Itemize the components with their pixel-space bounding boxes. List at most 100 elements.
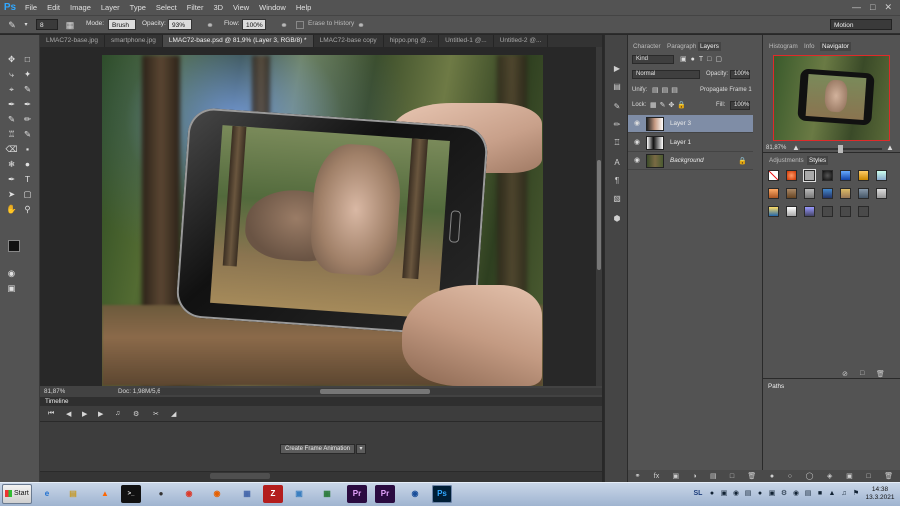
- tab-layers[interactable]: Layers: [698, 42, 721, 51]
- flow-field[interactable]: 100%: [242, 19, 266, 30]
- style-swatch[interactable]: [876, 188, 887, 199]
- style-swatch[interactable]: [840, 206, 851, 217]
- menu-file[interactable]: File: [20, 0, 42, 15]
- network-icon[interactable]: ▦: [237, 485, 257, 503]
- style-swatch[interactable]: [840, 170, 851, 181]
- style-swatch[interactable]: [768, 188, 779, 199]
- brush-tool-icon[interactable]: ✏: [21, 113, 34, 125]
- blur-tool-icon[interactable]: ❄: [5, 158, 18, 170]
- new-group-icon[interactable]: ▤: [710, 472, 717, 480]
- audio-icon[interactable]: ♫: [115, 410, 120, 417]
- eraser-tool-icon[interactable]: ✎: [6, 19, 18, 31]
- healing-brush-icon[interactable]: ✎: [5, 113, 18, 125]
- navigator-preview[interactable]: [773, 55, 890, 141]
- history-panel-icon[interactable]: ▶: [611, 63, 623, 75]
- tray-icon[interactable]: ■: [815, 489, 825, 499]
- language-indicator[interactable]: SL: [693, 489, 703, 499]
- navigator-zoom-knob[interactable]: [838, 145, 843, 153]
- zoom-in-icon[interactable]: ▲: [886, 143, 894, 152]
- layer-row[interactable]: ◉ Layer 3: [628, 115, 753, 133]
- menu-edit[interactable]: Edit: [42, 0, 65, 15]
- airbrush-icon[interactable]: ⚭: [278, 19, 290, 31]
- new-style-icon[interactable]: ⊘: [842, 370, 848, 378]
- flag-tray-icon[interactable]: ⚑: [851, 489, 861, 499]
- brush-panel-icon[interactable]: ▦: [64, 19, 76, 31]
- magic-wand-icon[interactable]: ✦: [21, 68, 34, 80]
- brush-size-preset[interactable]: 8: [36, 19, 58, 30]
- style-page-icon[interactable]: □: [860, 370, 864, 377]
- tab-adjustments[interactable]: Adjustments: [767, 156, 806, 165]
- style-swatch[interactable]: [786, 206, 797, 217]
- style-delete-icon[interactable]: 🗑: [876, 370, 885, 378]
- spreadsheet-icon[interactable]: ▦: [317, 485, 337, 503]
- firefox-icon[interactable]: ◉: [207, 485, 227, 503]
- menu-select[interactable]: Select: [151, 0, 182, 15]
- tab-hippo[interactable]: hippo.png @...: [384, 35, 440, 47]
- zoom-level[interactable]: 81,87%: [44, 388, 65, 395]
- dodge-tool-icon[interactable]: ●: [21, 158, 34, 170]
- menu-help[interactable]: Help: [291, 0, 316, 15]
- menu-window[interactable]: Window: [254, 0, 291, 15]
- new-path-icon[interactable]: □: [866, 473, 870, 480]
- fill-path-icon[interactable]: ●: [770, 473, 774, 480]
- play-icon[interactable]: ▶: [82, 410, 87, 418]
- layer-filter-icons[interactable]: ▣●T□▢: [680, 55, 726, 63]
- tab-lmac72-jpg[interactable]: LMAC72-base.jpg: [40, 35, 106, 47]
- style-swatch-none[interactable]: [768, 170, 779, 181]
- stroke-path-icon[interactable]: ○: [788, 473, 792, 480]
- tab-paragraph[interactable]: Paragraph: [665, 42, 698, 51]
- app-window-icon[interactable]: ▣: [289, 485, 309, 503]
- horizontal-scroll-thumb[interactable]: [320, 389, 430, 394]
- eye-icon[interactable]: ◉: [633, 120, 641, 128]
- filezilla-icon[interactable]: Z: [263, 485, 283, 503]
- tab-lmac72-copy[interactable]: LMAC72-base copy: [314, 35, 384, 47]
- pressure-opacity-icon[interactable]: ⚭: [204, 19, 216, 31]
- close-icon[interactable]: ✕: [884, 2, 892, 13]
- next-frame-icon[interactable]: ▶: [98, 410, 103, 418]
- command-prompt-icon[interactable]: >_: [121, 485, 141, 503]
- tray-icon[interactable]: ⚙: [779, 489, 789, 499]
- path-selection-icon[interactable]: ◯: [806, 472, 814, 480]
- crop-tool-icon[interactable]: ⌖: [5, 83, 18, 95]
- eyedropper-icon[interactable]: ✒: [5, 98, 18, 110]
- layer-opacity-field[interactable]: 100%: [730, 70, 750, 79]
- create-frame-animation-button[interactable]: Create Frame Animation: [280, 444, 355, 454]
- propagate-frame-label[interactable]: Propagate Frame 1: [700, 87, 752, 93]
- style-swatch[interactable]: [822, 206, 833, 217]
- lasso-tool-icon[interactable]: ⤷: [5, 68, 18, 80]
- tray-icon[interactable]: ◉: [791, 489, 801, 499]
- chevron-down-icon[interactable]: ▾: [356, 444, 366, 454]
- eye-icon[interactable]: ◉: [633, 157, 641, 165]
- system-clock[interactable]: 14:38 13.3.2021: [862, 486, 898, 502]
- fill-field[interactable]: 100%: [730, 101, 750, 110]
- network-tray-icon[interactable]: ▲: [827, 489, 837, 499]
- zoom-tool-icon[interactable]: ⚲: [21, 203, 34, 215]
- document-image[interactable]: [102, 55, 543, 386]
- vlc-icon[interactable]: ▲: [95, 485, 115, 503]
- style-swatch[interactable]: [876, 170, 887, 181]
- tray-icon[interactable]: ●: [707, 489, 717, 499]
- screen-mode-icon[interactable]: ▣: [5, 282, 18, 294]
- move-tool-icon[interactable]: ✥: [5, 53, 18, 65]
- paragraph-panel-icon[interactable]: ¶: [611, 175, 623, 187]
- layer-row[interactable]: ◉ Layer 1: [628, 134, 753, 152]
- style-swatch[interactable]: [858, 206, 869, 217]
- type-tool-icon[interactable]: T: [21, 173, 34, 185]
- history-brush-icon[interactable]: ✎: [21, 128, 34, 140]
- pressure-size-icon[interactable]: ⚭: [355, 19, 367, 31]
- globe-app-icon[interactable]: ◉: [405, 485, 425, 503]
- layer-comps-icon[interactable]: ▧: [611, 193, 623, 205]
- photoshop-task-icon[interactable]: Ps: [432, 485, 452, 503]
- tray-icon[interactable]: ◉: [731, 489, 741, 499]
- navigator-zoom-value[interactable]: 81,87%: [766, 145, 786, 151]
- shape-tool-icon[interactable]: ▢: [21, 188, 34, 200]
- vertical-scroll-thumb[interactable]: [597, 160, 601, 270]
- work-path-icon[interactable]: ◈: [827, 472, 832, 480]
- link-layers-icon[interactable]: ⚭: [635, 472, 641, 480]
- pen-tool-icon[interactable]: ✒: [5, 173, 18, 185]
- tray-icon[interactable]: ▤: [803, 489, 813, 499]
- premiere-2-icon[interactable]: Pr: [375, 485, 395, 503]
- prev-frame-icon[interactable]: ◀: [66, 410, 71, 418]
- style-swatch[interactable]: [858, 188, 869, 199]
- menu-layer[interactable]: Layer: [96, 0, 125, 15]
